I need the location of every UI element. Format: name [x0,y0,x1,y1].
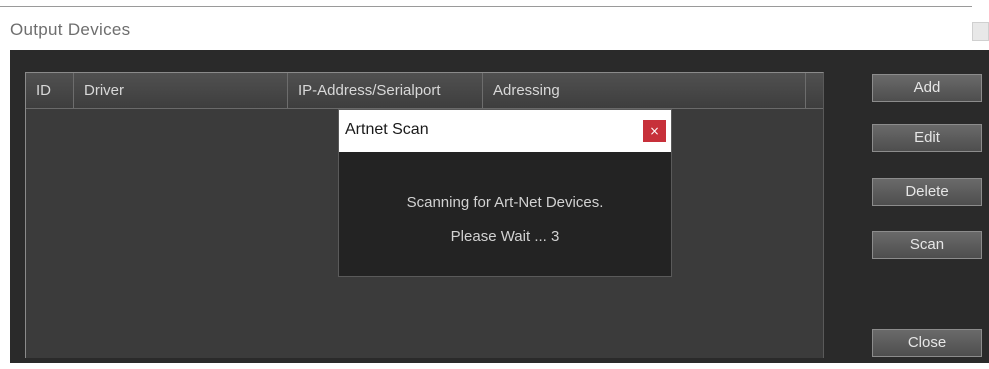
column-header-ip-address[interactable]: IP-Address/Serialport [288,73,483,108]
column-header-driver[interactable]: Driver [74,73,288,108]
window-bottom-edge [10,363,989,369]
close-button[interactable]: Close [872,329,982,357]
add-button[interactable]: Add [872,74,982,102]
scan-button[interactable]: Scan [872,231,982,259]
edit-button[interactable]: Edit [872,124,982,152]
column-header-adressing[interactable]: Adressing [483,73,806,108]
dialog-body: Scanning for Art-Net Devices. Please Wai… [339,152,671,276]
scan-status-message: Scanning for Art-Net Devices. [406,194,604,211]
table-header: ID Driver IP-Address/Serialport Adressin… [26,73,823,109]
window-close-icon[interactable] [972,22,989,41]
scan-countdown-text: Please Wait ... 3 [450,228,560,245]
column-header-id[interactable]: ID [26,73,74,108]
window-titlebar: Output Devices [0,0,989,50]
dialog-close-icon[interactable]: × [643,120,666,142]
artnet-scan-dialog: Artnet Scan × Scanning for Art-Net Devic… [338,109,672,277]
window-title: Output Devices [10,20,131,39]
dialog-title: Artnet Scan [345,121,429,138]
output-devices-window: Output Devices ID Driver IP-Address/Seri… [0,0,989,369]
dialog-titlebar: Artnet Scan × [339,110,671,152]
titlebar-divider [0,6,972,7]
delete-button[interactable]: Delete [872,178,982,206]
